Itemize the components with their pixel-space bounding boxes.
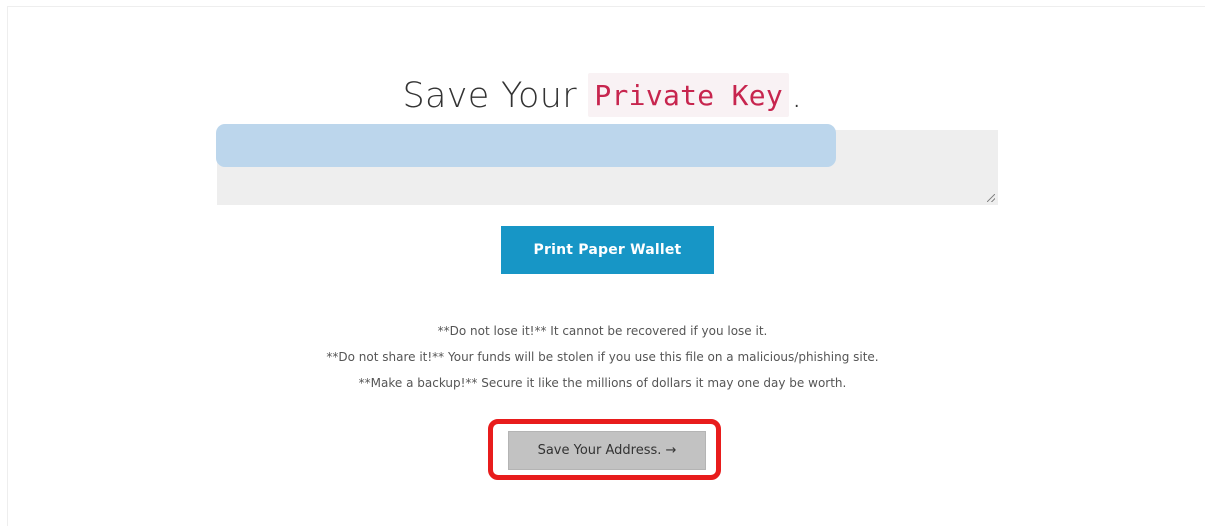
page: Save Your Private Key. Print Paper Walle… (0, 0, 1205, 526)
private-key-text-selection (216, 124, 836, 167)
page-title: Save Your Private Key. (0, 66, 1205, 126)
print-paper-wallet-button[interactable]: Print Paper Wallet (501, 226, 714, 274)
warning-do-not-share: **Do not share it!** Your funds will be … (326, 350, 879, 364)
warning-make-backup: **Make a backup!** Secure it like the mi… (358, 376, 847, 390)
title-code-private-key: Private Key (588, 73, 790, 117)
title-prefix: Save Your (402, 76, 589, 116)
resize-grip-icon[interactable] (987, 194, 995, 202)
save-your-address-button[interactable]: Save Your Address. → (508, 431, 706, 470)
warnings-list: **Do not lose it!** It cannot be recover… (0, 318, 1205, 396)
warning-do-not-lose: **Do not lose it!** It cannot be recover… (437, 324, 768, 338)
title-suffix: . (791, 76, 803, 116)
